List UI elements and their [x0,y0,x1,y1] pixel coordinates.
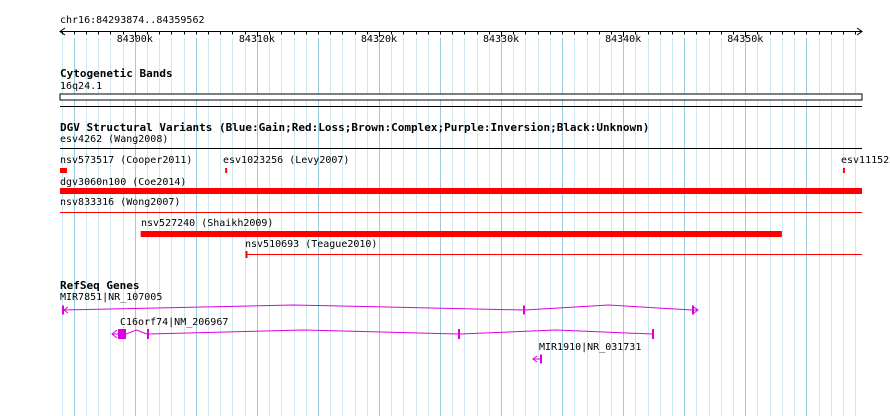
gene-exon [540,354,542,364]
gene-exon [118,329,126,339]
refseq-gene-label: C16orf74|NM_206967 [120,317,229,328]
gene-intron [148,329,459,335]
gene-intron [524,304,693,311]
gene-exon [652,329,654,339]
gene-exon [458,329,460,339]
gene-exon [147,329,149,339]
refseq-gene-label: MIR1910|NR_031731 [539,342,642,353]
gene-intron [459,329,653,335]
gene-intron [63,304,524,311]
gene-intron [125,329,148,335]
refseq-gene-label: MIR7851|NR_107005 [60,292,163,303]
gene-exon [523,305,525,315]
refseq-track [62,304,699,364]
genome-browser-panel: chr16:84293874..84359562 84300k 84310k 843… [0,0,890,416]
